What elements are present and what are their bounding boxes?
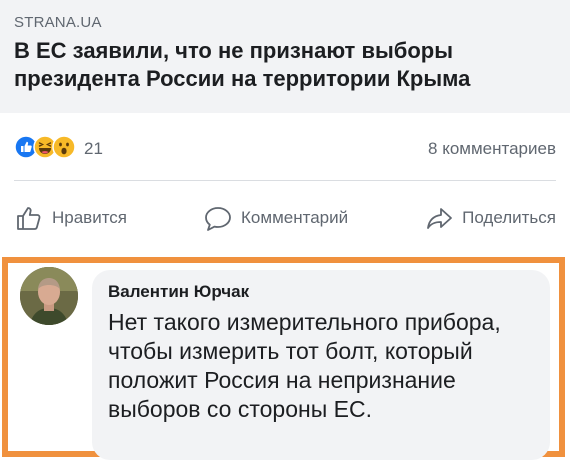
comment-bubble: Валентин Юрчак Нет такого измерительного…	[92, 270, 550, 460]
comment-bubble-icon	[205, 207, 231, 231]
reaction-count: 21	[84, 139, 103, 158]
comment-button[interactable]: Комментарий	[203, 203, 348, 233]
link-headline[interactable]: В ЕС заявили, что не признают выборы пре…	[14, 37, 556, 93]
comment-author[interactable]: Валентин Юрчак	[108, 282, 536, 302]
post-actions: Нравится Комментарий Поделиться	[14, 198, 556, 238]
share-button[interactable]: Поделиться	[424, 203, 556, 233]
link-preview[interactable]: STRANA.UA В ЕС заявили, что не признают …	[0, 0, 570, 113]
like-button[interactable]: Нравится	[14, 203, 127, 233]
actions-divider	[14, 180, 556, 181]
wow-icon	[52, 134, 76, 164]
comments-count[interactable]: 8 комментариев	[428, 139, 556, 159]
link-source: STRANA.UA	[14, 14, 102, 31]
avatar[interactable]	[20, 267, 78, 325]
post-stats: 21 8 комментариев	[14, 132, 556, 166]
share-arrow-icon	[427, 208, 453, 229]
like-label: Нравится	[52, 208, 128, 227]
comment-label: Комментарий	[241, 208, 349, 227]
reaction-icons	[14, 134, 76, 164]
thumbs-up-icon	[17, 207, 41, 230]
reactions-summary[interactable]: 21	[14, 134, 103, 164]
share-label: Поделиться	[462, 208, 556, 227]
comment-text: Нет такого измерительного прибора, чтобы…	[108, 309, 501, 422]
